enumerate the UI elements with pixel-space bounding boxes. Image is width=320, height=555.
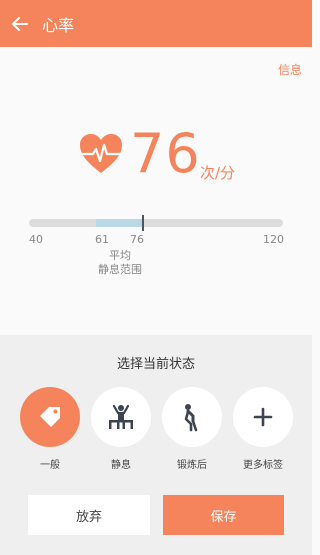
state-label-resting: 静息: [111, 460, 131, 471]
save-button[interactable]: 保存: [163, 495, 284, 535]
scale-min-label: 40: [29, 233, 43, 246]
range-high-label: 76: [130, 233, 144, 246]
tag-icon: [40, 407, 60, 427]
reading-panel: 信息 76 次/分 40 61 76 120 平均 静息范围: [0, 47, 312, 335]
current-value-marker: [142, 215, 145, 231]
state-option-more-tags[interactable]: [233, 387, 293, 447]
back-arrow-icon: [12, 16, 28, 31]
state-label-after-exercise: 锻炼后: [177, 460, 207, 471]
scale-max-label: 120: [263, 233, 284, 246]
resting-range-label: 静息范围: [98, 263, 142, 276]
resting-person-icon: [109, 404, 133, 429]
heart-rate-value: 76: [130, 122, 201, 185]
resting-range-fill: [95, 219, 144, 227]
back-button[interactable]: [0, 0, 40, 47]
state-label-more-tags: 更多标签: [243, 460, 283, 471]
state-option-after-exercise[interactable]: [162, 387, 222, 447]
app-bar: 心率: [0, 0, 312, 47]
info-link[interactable]: 信息: [278, 61, 302, 78]
state-panel: 选择当前状态 一般 静息 锻炼后 更多标签 放弃 保存: [0, 335, 312, 555]
plus-icon: [253, 407, 273, 427]
resting-range-bar: [29, 215, 283, 231]
range-low-label: 61: [95, 233, 109, 246]
heart-rate-unit: 次/分: [200, 164, 236, 182]
state-option-resting[interactable]: [91, 387, 151, 447]
exercise-person-icon: [184, 404, 198, 432]
state-title: 选择当前状态: [116, 357, 195, 372]
cancel-button[interactable]: 放弃: [28, 495, 150, 535]
heart-rate-icon: [78, 132, 124, 176]
page-title: 心率: [42, 15, 75, 35]
state-label-general: 一般: [40, 460, 60, 471]
state-option-general[interactable]: [20, 387, 80, 447]
